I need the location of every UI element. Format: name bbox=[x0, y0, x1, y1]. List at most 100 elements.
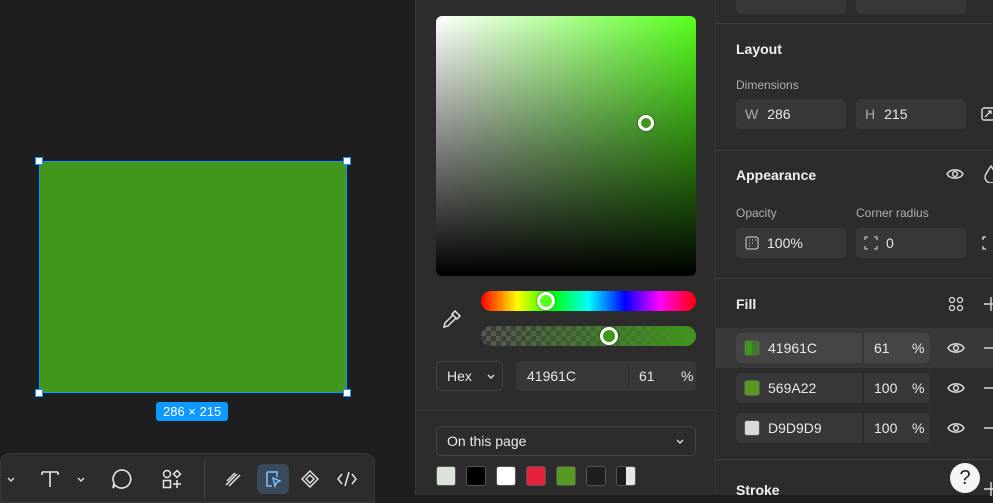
percent-label: % bbox=[912, 340, 925, 356]
dev-mode-select-icon[interactable] bbox=[257, 464, 289, 494]
help-button[interactable]: ? bbox=[950, 463, 980, 493]
saturation-value-area[interactable] bbox=[436, 16, 696, 276]
resize-handle-top-right[interactable] bbox=[343, 157, 351, 165]
color-mode-select[interactable]: Hex bbox=[436, 361, 503, 391]
appearance-title: Appearance bbox=[736, 167, 817, 183]
remove-fill-minus-icon[interactable] bbox=[981, 378, 993, 398]
chevron-down-icon bbox=[675, 433, 685, 449]
bottom-toolbar bbox=[0, 453, 375, 503]
fill-row[interactable]: 41961C 61% bbox=[716, 328, 993, 368]
fill-opacity-field[interactable]: 61% bbox=[864, 333, 930, 363]
color-swatch[interactable] bbox=[526, 466, 546, 486]
color-knob[interactable] bbox=[638, 115, 654, 131]
fill-hex-value[interactable]: D9D9D9 bbox=[768, 420, 822, 436]
chevron-down-icon[interactable] bbox=[1, 466, 21, 492]
visibility-eye-icon[interactable] bbox=[946, 418, 966, 438]
opacity-knob[interactable] bbox=[600, 327, 618, 345]
corner-radius-icon bbox=[863, 235, 879, 251]
remove-fill-minus-icon[interactable] bbox=[981, 418, 993, 438]
hex-input[interactable]: 41961C bbox=[527, 368, 627, 384]
fill-opacity-value[interactable]: 100 bbox=[874, 380, 897, 396]
fill-opacity-value[interactable]: 61 bbox=[874, 340, 890, 356]
fill-color-swatch[interactable] bbox=[744, 420, 760, 436]
remove-fill-minus-icon[interactable] bbox=[981, 338, 993, 358]
divider bbox=[716, 278, 993, 279]
fill-hex-field[interactable]: D9D9D9 bbox=[736, 413, 862, 443]
percent-label: % bbox=[912, 380, 925, 396]
eyedropper-icon[interactable] bbox=[441, 308, 463, 330]
color-swatch[interactable] bbox=[616, 466, 636, 486]
swatch-source-select[interactable]: On this page bbox=[436, 426, 696, 456]
fill-color-swatch[interactable] bbox=[744, 380, 760, 396]
code-icon[interactable] bbox=[334, 466, 360, 492]
fill-hex-value[interactable]: 41961C bbox=[768, 340, 817, 356]
height-field[interactable]: H 215 bbox=[856, 99, 966, 129]
opacity-input[interactable]: 61 bbox=[639, 368, 655, 384]
resize-handle-bottom-right[interactable] bbox=[343, 389, 351, 397]
color-swatch[interactable] bbox=[496, 466, 516, 486]
color-swatch[interactable] bbox=[556, 466, 576, 486]
resize-handle-top-left[interactable] bbox=[35, 157, 43, 165]
opacity-slider[interactable] bbox=[481, 326, 696, 346]
height-label: H bbox=[865, 106, 876, 122]
divider bbox=[716, 23, 993, 24]
selected-rectangle[interactable] bbox=[35, 157, 351, 397]
color-swatch[interactable] bbox=[436, 466, 456, 486]
opacity-field[interactable]: 100% bbox=[736, 228, 846, 258]
fill-row[interactable]: D9D9D9 100% bbox=[716, 408, 993, 448]
width-label: W bbox=[745, 106, 759, 122]
opacity-label: Opacity bbox=[736, 206, 777, 220]
fill-opacity-field[interactable]: 100% bbox=[864, 413, 930, 443]
hue-slider[interactable] bbox=[481, 291, 696, 311]
hex-field[interactable]: 41961C 61 % bbox=[516, 361, 696, 391]
draw-icon[interactable] bbox=[220, 466, 246, 492]
field-divider bbox=[628, 362, 629, 390]
visibility-eye-icon[interactable] bbox=[946, 338, 966, 358]
fill-hex-field[interactable]: 569A22 bbox=[736, 373, 862, 403]
fill-opacity-field[interactable]: 100% bbox=[864, 373, 930, 403]
constrain-proportions-icon[interactable] bbox=[978, 104, 993, 124]
properties-panel: Layout Dimensions W 286 H 215 Appearance… bbox=[716, 0, 993, 498]
component-icon[interactable] bbox=[297, 466, 323, 492]
actions-icon[interactable] bbox=[159, 466, 185, 492]
chevron-down-icon[interactable] bbox=[71, 466, 91, 492]
independent-corners-icon[interactable] bbox=[979, 233, 993, 253]
width-field[interactable]: W 286 bbox=[736, 99, 846, 129]
partial-field[interactable] bbox=[856, 0, 966, 14]
toolbar-divider bbox=[204, 460, 205, 498]
divider bbox=[716, 150, 993, 151]
width-input[interactable]: 286 bbox=[767, 106, 790, 122]
color-swatch[interactable] bbox=[466, 466, 486, 486]
divider bbox=[716, 459, 993, 460]
styles-grid-icon[interactable] bbox=[946, 294, 966, 314]
resize-handle-bottom-left[interactable] bbox=[35, 389, 43, 397]
fill-hex-value[interactable]: 569A22 bbox=[768, 380, 816, 396]
chevron-down-icon bbox=[486, 368, 496, 384]
fill-color-swatch[interactable] bbox=[744, 340, 760, 356]
comment-icon[interactable] bbox=[109, 466, 135, 492]
stroke-title: Stroke bbox=[736, 482, 780, 498]
text-tool-icon[interactable] bbox=[37, 466, 63, 492]
divider bbox=[416, 410, 715, 411]
canvas[interactable]: 286 × 215 bbox=[0, 0, 415, 503]
visibility-eye-icon[interactable] bbox=[945, 164, 965, 184]
blend-mode-drop-icon[interactable] bbox=[981, 164, 993, 184]
hue-knob[interactable] bbox=[537, 292, 555, 310]
add-fill-plus-icon[interactable] bbox=[981, 294, 993, 314]
add-stroke-plus-icon[interactable] bbox=[981, 479, 993, 499]
opacity-input[interactable]: 100% bbox=[767, 235, 803, 251]
color-swatch[interactable] bbox=[586, 466, 606, 486]
corner-radius-input[interactable]: 0 bbox=[886, 235, 894, 251]
visibility-eye-icon[interactable] bbox=[946, 378, 966, 398]
partial-field[interactable] bbox=[736, 0, 846, 14]
fill-row[interactable]: 569A22 100% bbox=[716, 368, 993, 408]
dimension-badge: 286 × 215 bbox=[156, 402, 229, 421]
opacity-icon bbox=[745, 236, 759, 250]
swatch-source-label: On this page bbox=[447, 433, 527, 449]
fill-hex-field[interactable]: 41961C bbox=[736, 333, 862, 363]
height-input[interactable]: 215 bbox=[884, 106, 907, 122]
percent-label: % bbox=[681, 368, 694, 384]
fill-opacity-value[interactable]: 100 bbox=[874, 420, 897, 436]
dimensions-label: Dimensions bbox=[736, 78, 799, 92]
corner-radius-field[interactable]: 0 bbox=[856, 228, 966, 258]
